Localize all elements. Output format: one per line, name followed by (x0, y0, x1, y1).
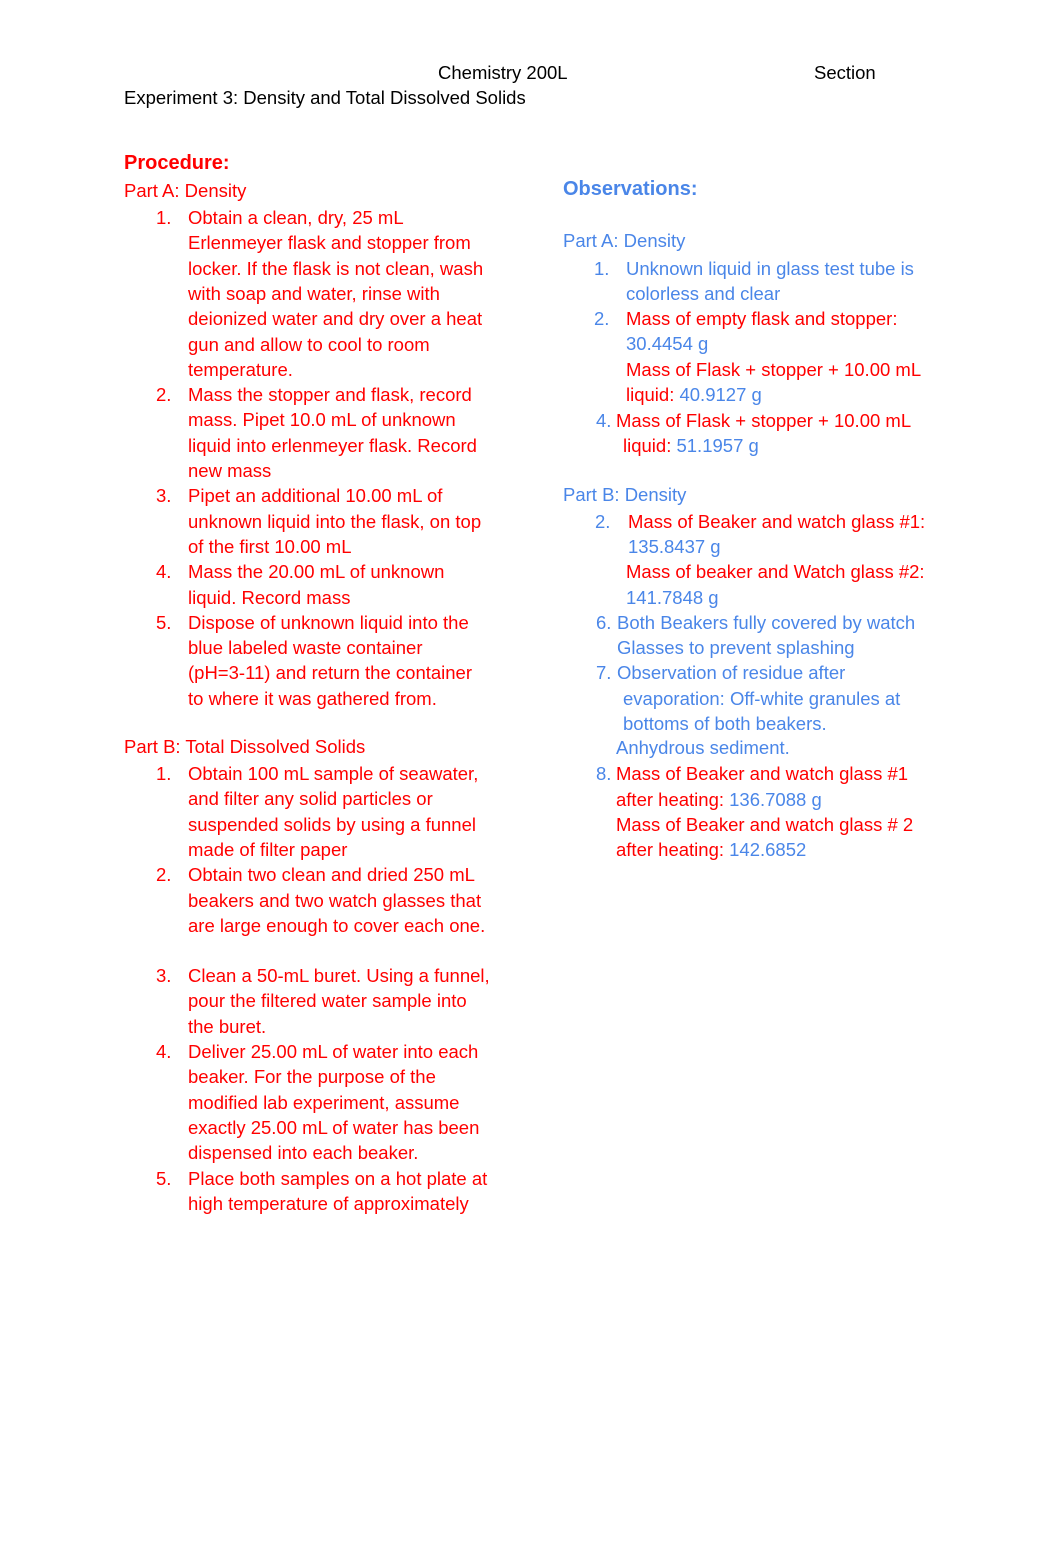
step-text: to where it was gathered from. (188, 687, 437, 709)
observation-label: Mass of Flask + stopper + 10.00 mL (616, 410, 912, 431)
observation-value: 51.1957 g (676, 435, 759, 456)
step-text: Erlenmeyer flask and stopper from (188, 232, 471, 254)
course-title: Chemistry 200L (438, 62, 568, 83)
observation-text: Both Beakers fully covered by watch (617, 612, 916, 633)
step-text: mass. Pipet 10.0 mL of unknown (188, 409, 456, 431)
step-text: liquid into erlenmeyer flask. Record (188, 434, 477, 456)
observation-text: Unknown liquid in glass test tube is (626, 258, 914, 279)
observation-number: 1. (594, 258, 610, 279)
step-text: Clean a 50-mL buret. Using a funnel, (188, 965, 490, 987)
observation-value: 142.6852 (729, 839, 807, 860)
observation-text: Observation of residue after (617, 662, 846, 683)
step-text: Place both samples on a hot plate at (188, 1167, 488, 1189)
observation-label: Mass of beaker and Watch glass #2: (626, 561, 925, 582)
step-text: beakers and two watch glasses that (188, 889, 482, 911)
step-text: exactly 25.00 mL of water has been (188, 1116, 480, 1138)
observation-value: 40.9127 g (679, 384, 762, 405)
observation-number: 8. (596, 763, 612, 784)
step-text: beaker. For the purpose of the (188, 1066, 436, 1088)
step-text: liquid. Record mass (188, 586, 351, 608)
step-text: Mass the stopper and flask, record (188, 384, 472, 406)
observation-label: after heating: (616, 839, 724, 860)
observation-number: 4. (596, 410, 612, 431)
step-text: the buret. (188, 1015, 267, 1037)
step-text: temperature. (188, 358, 293, 380)
step-text: Pipet an additional 10.00 mL of (188, 485, 443, 507)
observation-text: Glasses to prevent splashing (617, 637, 855, 658)
step-text: and filter any solid particles or (188, 788, 433, 810)
step-text: new mass (188, 460, 272, 481)
step-text: dispensed into each beaker. (188, 1142, 419, 1164)
step-number: 2. (156, 864, 172, 886)
step-text: high temperature of approximately (188, 1192, 469, 1214)
step-number: 3. (156, 485, 172, 507)
observation-number: 2. (595, 511, 611, 532)
step-number: 5. (156, 1167, 172, 1189)
observation-label: Mass of Beaker and watch glass #1: (628, 511, 926, 532)
observation-value: 30.4454 g (626, 333, 709, 354)
observation-number: 6. (596, 612, 612, 633)
observation-number: 7. (596, 662, 612, 683)
step-text: Dispose of unknown liquid into the (188, 611, 469, 633)
step-text: Mass the 20.00 mL of unknown (188, 561, 445, 583)
procedure-part-a-title: Part A: Density (124, 180, 247, 201)
observations-part-b-title: Part B: Density (563, 484, 687, 505)
step-number: 2. (156, 384, 172, 406)
observation-text: Anhydrous sediment. (616, 737, 790, 758)
procedure-part-b-title: Part B: Total Dissolved Solids (124, 736, 366, 757)
step-number: 4. (156, 561, 172, 583)
step-text: suspended solids by using a funnel (188, 813, 476, 835)
step-text: pour the filtered water sample into (188, 990, 467, 1012)
observation-number: 2. (594, 308, 610, 329)
experiment-title: Experiment 3: Density and Total Dissolve… (124, 87, 526, 108)
step-number: 3. (156, 965, 172, 987)
step-text: (pH=3-11) and return the container (188, 662, 473, 684)
step-text: blue labeled waste container (188, 637, 423, 659)
observation-label: Mass of empty flask and stopper: (626, 308, 898, 329)
step-text: are large enough to cover each one. (188, 914, 486, 936)
step-text: made of filter paper (188, 838, 348, 860)
observation-label: Mass of Flask + stopper + 10.00 mL (626, 359, 922, 380)
step-text: gun and allow to cool to room (188, 333, 430, 355)
observation-value: 135.8437 g (628, 536, 721, 557)
step-number: 1. (156, 207, 172, 228)
observation-label: liquid: (626, 384, 675, 405)
step-number: 4. (156, 1041, 172, 1062)
step-text: Obtain two clean and dried 250 mL (188, 864, 475, 886)
step-text: deionized water and dry over a heat (188, 308, 483, 330)
step-number: 1. (156, 763, 172, 784)
observations-heading: Observations: (563, 178, 698, 200)
observation-label: Mass of Beaker and watch glass # 2 (616, 814, 914, 835)
step-text: Obtain a clean, dry, 25 mL (188, 207, 404, 228)
observations-part-a-title: Part A: Density (563, 230, 686, 251)
section-label: Section (814, 62, 876, 83)
observation-label: liquid: (623, 435, 672, 456)
observation-value: 141.7848 g (626, 587, 719, 608)
observation-text: colorless and clear (626, 283, 781, 304)
step-text: of the first 10.00 mL (188, 535, 352, 557)
step-text: Obtain 100 mL sample of seawater, (188, 763, 479, 784)
step-text: Deliver 25.00 mL of water into each (188, 1041, 479, 1062)
step-number: 5. (156, 611, 172, 633)
step-text: unknown liquid into the flask, on top (188, 510, 482, 532)
step-text: locker. If the flask is not clean, wash (188, 257, 484, 279)
observation-text: evaporation: Off-white granules at (623, 688, 901, 709)
step-text: with soap and water, rinse with (188, 282, 440, 304)
observation-label: Mass of Beaker and watch glass #1 (616, 763, 909, 784)
observation-text: bottoms of both beakers. (623, 713, 827, 734)
observation-value: 136.7088 g (729, 789, 822, 810)
procedure-heading: Procedure: (124, 152, 230, 174)
step-text: modified lab experiment, assume (188, 1091, 460, 1113)
observation-label: after heating: (616, 789, 724, 810)
